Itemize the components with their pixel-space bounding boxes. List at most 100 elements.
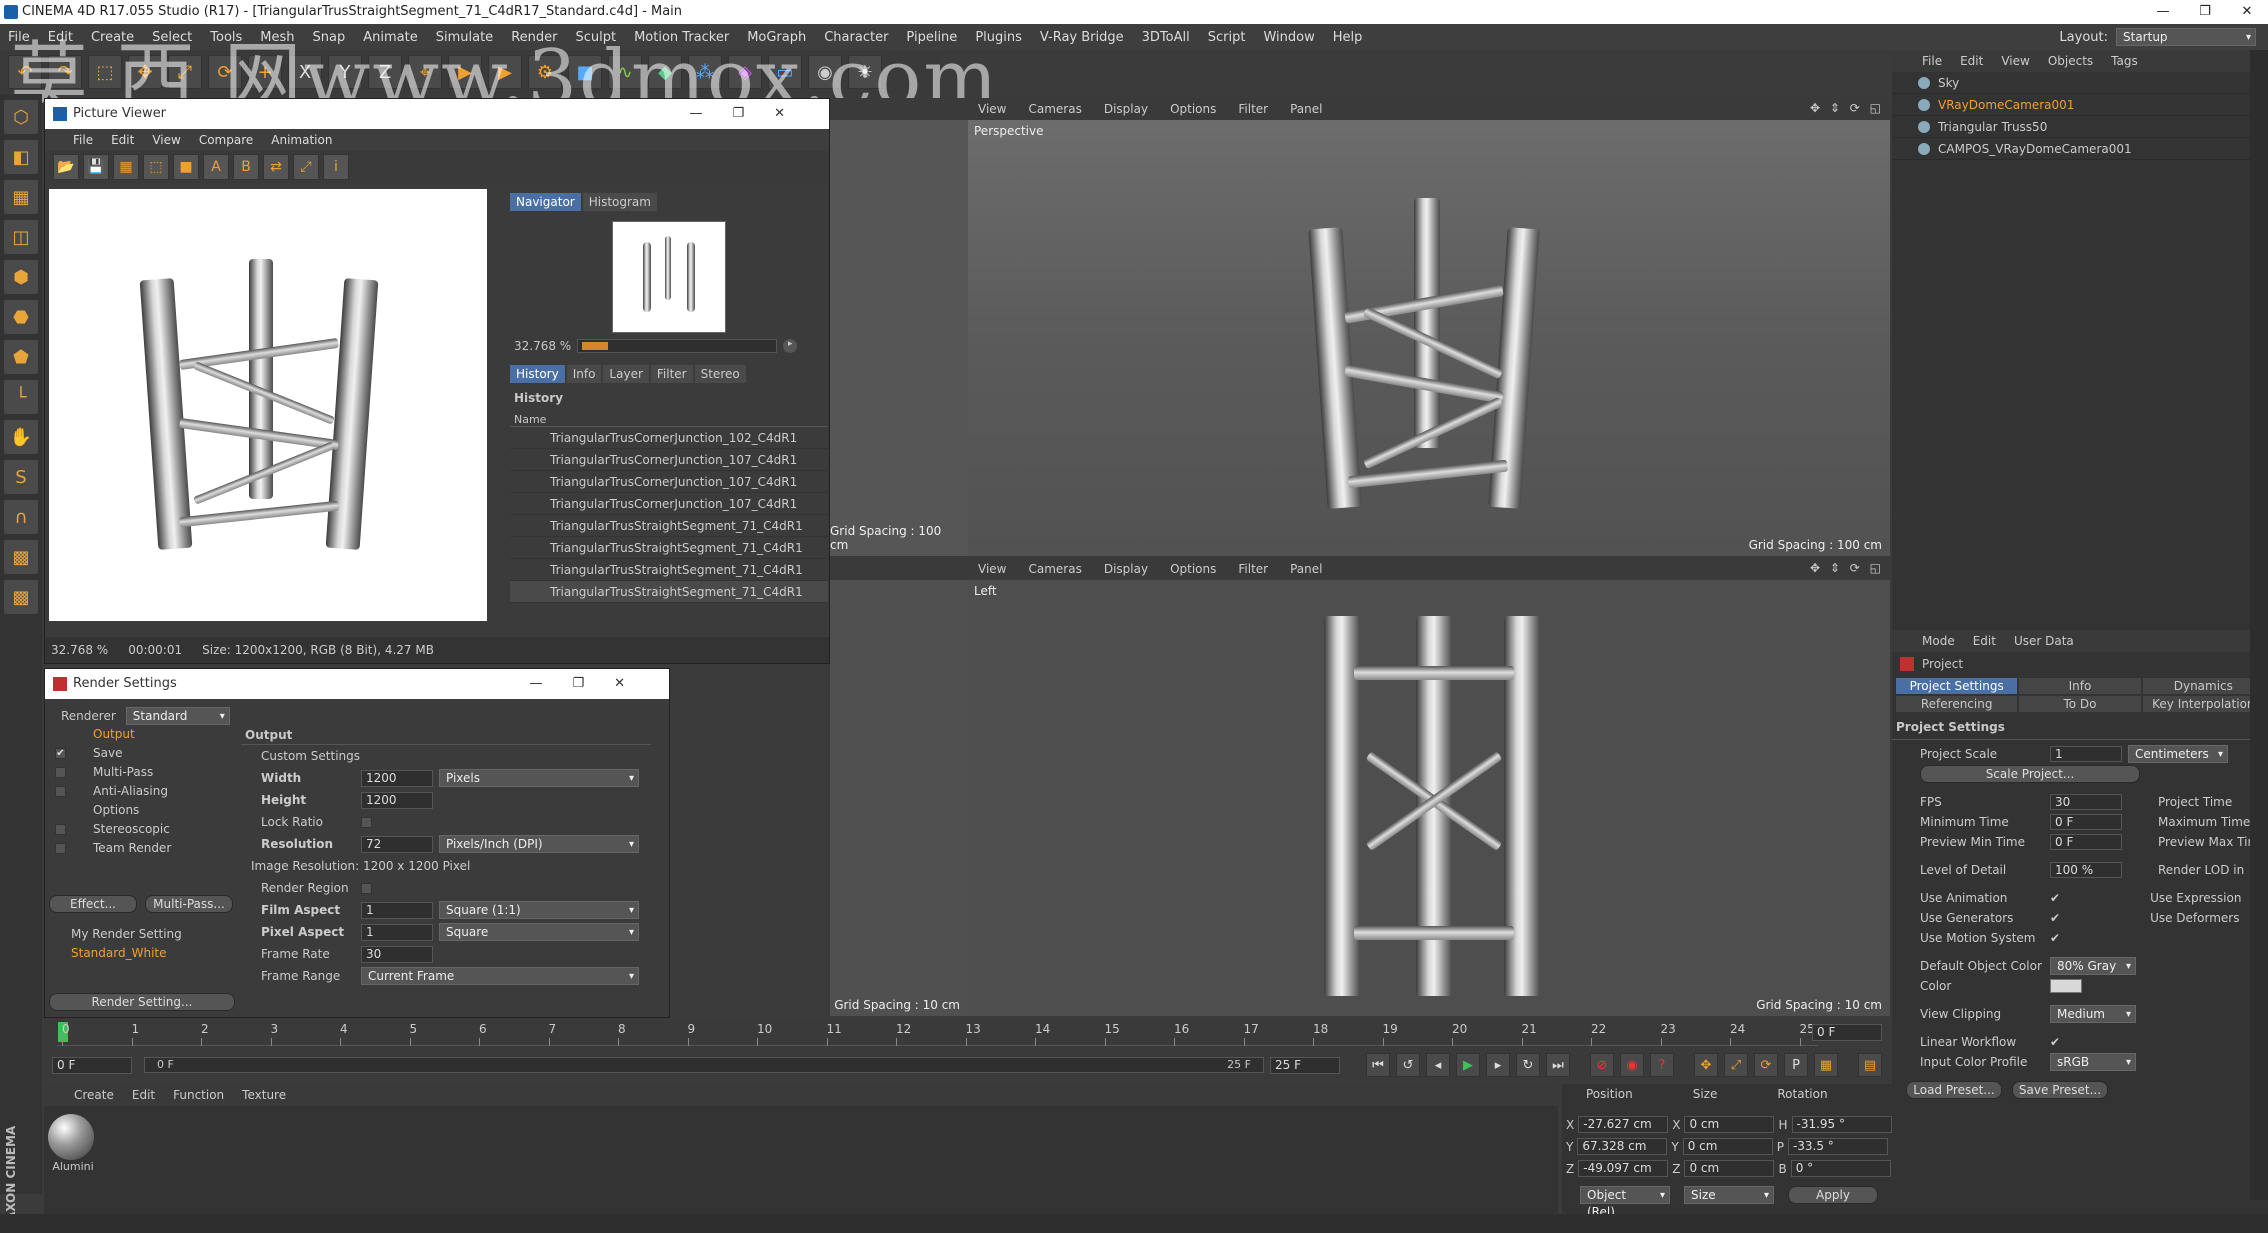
pv-menu-view[interactable]: View — [152, 133, 180, 147]
position-z[interactable]: -49.097 cm — [1578, 1160, 1669, 1177]
input-profile-dropdown[interactable]: sRGB — [2050, 1053, 2136, 1071]
size-x[interactable]: 0 cm — [1684, 1116, 1775, 1133]
texture-mode-icon[interactable]: ▦ — [4, 180, 38, 214]
menu-file[interactable]: File — [8, 30, 30, 45]
render-region-checkbox[interactable] — [361, 882, 372, 894]
pixel-aspect-field[interactable]: 1 — [361, 923, 433, 941]
multipass-button[interactable]: Multi-Pass... — [145, 895, 233, 913]
attr-tab-to-do[interactable]: To Do — [2019, 696, 2141, 712]
height-field[interactable]: 1200 — [361, 791, 433, 809]
tab-filter[interactable]: Filter — [650, 365, 693, 383]
grid-icon[interactable]: ▩ — [4, 540, 38, 574]
tab-info[interactable]: Info — [566, 365, 602, 383]
preview-min-field[interactable]: 0 F — [2050, 834, 2122, 850]
mat-menu-edit[interactable]: Edit — [132, 1088, 155, 1102]
render-region-icon[interactable]: ⬚ — [143, 154, 169, 180]
render-view-icon[interactable]: ▶ — [448, 55, 482, 89]
coord-mode-dropdown[interactable]: Object (Rel) — [1580, 1186, 1670, 1219]
obj-menu-objects[interactable]: Objects — [2048, 54, 2093, 68]
viewport-top-left[interactable]: Grid Spacing : 100 cm — [830, 98, 968, 556]
resolution-unit-dropdown[interactable]: Pixels/Inch (DPI) — [439, 835, 639, 853]
render-setting-options[interactable]: Options — [49, 801, 235, 820]
attr-menu-edit[interactable]: Edit — [1973, 634, 1996, 648]
make-editable-icon[interactable]: ⬡ — [4, 100, 38, 134]
prev-key-icon[interactable]: ↺ — [1396, 1053, 1420, 1077]
render-preset-my-render-setting[interactable]: My Render Setting — [49, 925, 235, 944]
render-picture-viewer-icon[interactable]: ▶ — [488, 55, 522, 89]
history-item[interactable]: TriangularTrusCornerJunction_107_C4dR1 — [510, 471, 828, 493]
render-setting-team-render[interactable]: Team Render — [49, 839, 235, 858]
rotate-icon[interactable]: ⟳ — [208, 55, 242, 89]
menu-window[interactable]: Window — [1263, 30, 1314, 45]
mat-menu-create[interactable]: Create — [74, 1088, 114, 1102]
menu-mesh[interactable]: Mesh — [260, 30, 294, 45]
menu-select[interactable]: Select — [152, 30, 192, 45]
pv-menu-edit[interactable]: Edit — [111, 133, 134, 147]
next-frame-icon[interactable]: ▸ — [1486, 1053, 1510, 1077]
stop-icon[interactable]: ■ — [173, 154, 199, 180]
deformer-icon[interactable]: ◈ — [728, 55, 762, 89]
attr-tab-dynamics[interactable]: Dynamics — [2142, 678, 2264, 694]
history-item[interactable]: TriangularTrusCornerJunction_107_C4dR1 — [510, 449, 828, 471]
resolution-field[interactable]: 72 — [361, 835, 433, 853]
history-item[interactable]: TriangularTrusStraightSegment_71_C4dR1 — [510, 537, 828, 559]
cube-icon[interactable]: ■ — [568, 55, 602, 89]
magnet-icon[interactable]: ∩ — [4, 500, 38, 534]
menu-pipeline[interactable]: Pipeline — [906, 30, 957, 45]
lock-workplane-icon[interactable]: ▩ — [4, 580, 38, 614]
render-setting-multi-pass[interactable]: Multi-Pass — [49, 763, 235, 782]
maximize-button[interactable]: ❐ — [2184, 0, 2226, 24]
object-row[interactable]: Triangular Truss50 — [1892, 116, 2268, 138]
goto-end-icon[interactable]: ⏭ — [1546, 1053, 1570, 1077]
array-icon[interactable]: ⁂ — [688, 55, 722, 89]
light-icon[interactable]: ☀ — [848, 55, 882, 89]
keyframe-help-icon[interactable]: ? — [1650, 1053, 1674, 1077]
size-y[interactable]: 0 cm — [1682, 1138, 1773, 1155]
spline-icon[interactable]: ∿ — [608, 55, 642, 89]
linear-workflow-checkbox[interactable]: ✔ — [2050, 1035, 2060, 1049]
frame-range-dropdown[interactable]: Current Frame — [361, 967, 639, 985]
view-clipping-dropdown[interactable]: Medium — [2050, 1005, 2136, 1023]
position-y[interactable]: 67.328 cm — [1577, 1138, 1668, 1155]
attr-tab-info[interactable]: Info — [2019, 678, 2141, 694]
color-swatch[interactable] — [2050, 979, 2082, 993]
timeline-window-icon[interactable]: ▤ — [1858, 1053, 1882, 1077]
pv-menu-animation[interactable]: Animation — [271, 133, 332, 147]
viewport-left[interactable]: View Cameras Display Options Filter Panel ✥ ⇕… — [968, 558, 1890, 1016]
layout-dropdown[interactable]: Startup — [2116, 28, 2256, 46]
renderer-dropdown[interactable]: Standard — [125, 707, 230, 725]
viewport-menu-view[interactable]: View — [978, 562, 1006, 576]
key-param-icon[interactable]: P — [1784, 1053, 1808, 1077]
info-icon[interactable]: i — [323, 154, 349, 180]
menu-animate[interactable]: Animate — [363, 30, 417, 45]
film-aspect-field[interactable]: 1 — [361, 901, 433, 919]
width-field[interactable]: 1200 — [361, 769, 433, 787]
attr-menu-user-data[interactable]: User Data — [2014, 634, 2074, 648]
mat-menu-function[interactable]: Function — [173, 1088, 224, 1102]
viewport-menu-options[interactable]: Options — [1170, 562, 1216, 576]
size-mode-dropdown[interactable]: Size — [1684, 1186, 1774, 1204]
menu-plugins[interactable]: Plugins — [975, 30, 1022, 45]
menu-3dtoall[interactable]: 3DToAll — [1142, 30, 1190, 45]
pv-menu-file[interactable]: File — [73, 133, 93, 147]
autokey-icon[interactable]: ◉ — [1620, 1053, 1644, 1077]
obj-menu-edit[interactable]: Edit — [1960, 54, 1983, 68]
use-motion-checkbox[interactable]: ✔ — [2050, 931, 2060, 945]
redo-icon[interactable]: ↷ — [48, 55, 82, 89]
key-rotation-icon[interactable]: ⟳ — [1754, 1053, 1778, 1077]
grid-view-icon[interactable]: ▦ — [113, 154, 139, 180]
render-preset-standard-white[interactable]: Standard_White — [49, 944, 235, 963]
history-item[interactable]: TriangularTrusStraightSegment_71_C4dR1 — [510, 515, 828, 537]
render-setting-checkbox[interactable]: ✔ — [55, 748, 66, 759]
load-preset-button[interactable]: Load Preset... — [1906, 1081, 2002, 1099]
start-frame-field[interactable]: 0 F — [52, 1056, 132, 1074]
camera-icon[interactable]: ◉ — [808, 55, 842, 89]
obj-menu-view[interactable]: View — [2001, 54, 2029, 68]
scene-icon[interactable]: ▭ — [768, 55, 802, 89]
menu-mograph[interactable]: MoGraph — [747, 30, 806, 45]
menu-motion-tracker[interactable]: Motion Tracker — [634, 30, 729, 45]
attr-menu-mode[interactable]: Mode — [1922, 634, 1955, 648]
use-generators-checkbox[interactable]: ✔ — [2050, 911, 2060, 925]
history-item[interactable]: TriangularTrusStraightSegment_71_C4dR1 — [510, 559, 828, 581]
effect-button[interactable]: Effect... — [49, 895, 137, 913]
